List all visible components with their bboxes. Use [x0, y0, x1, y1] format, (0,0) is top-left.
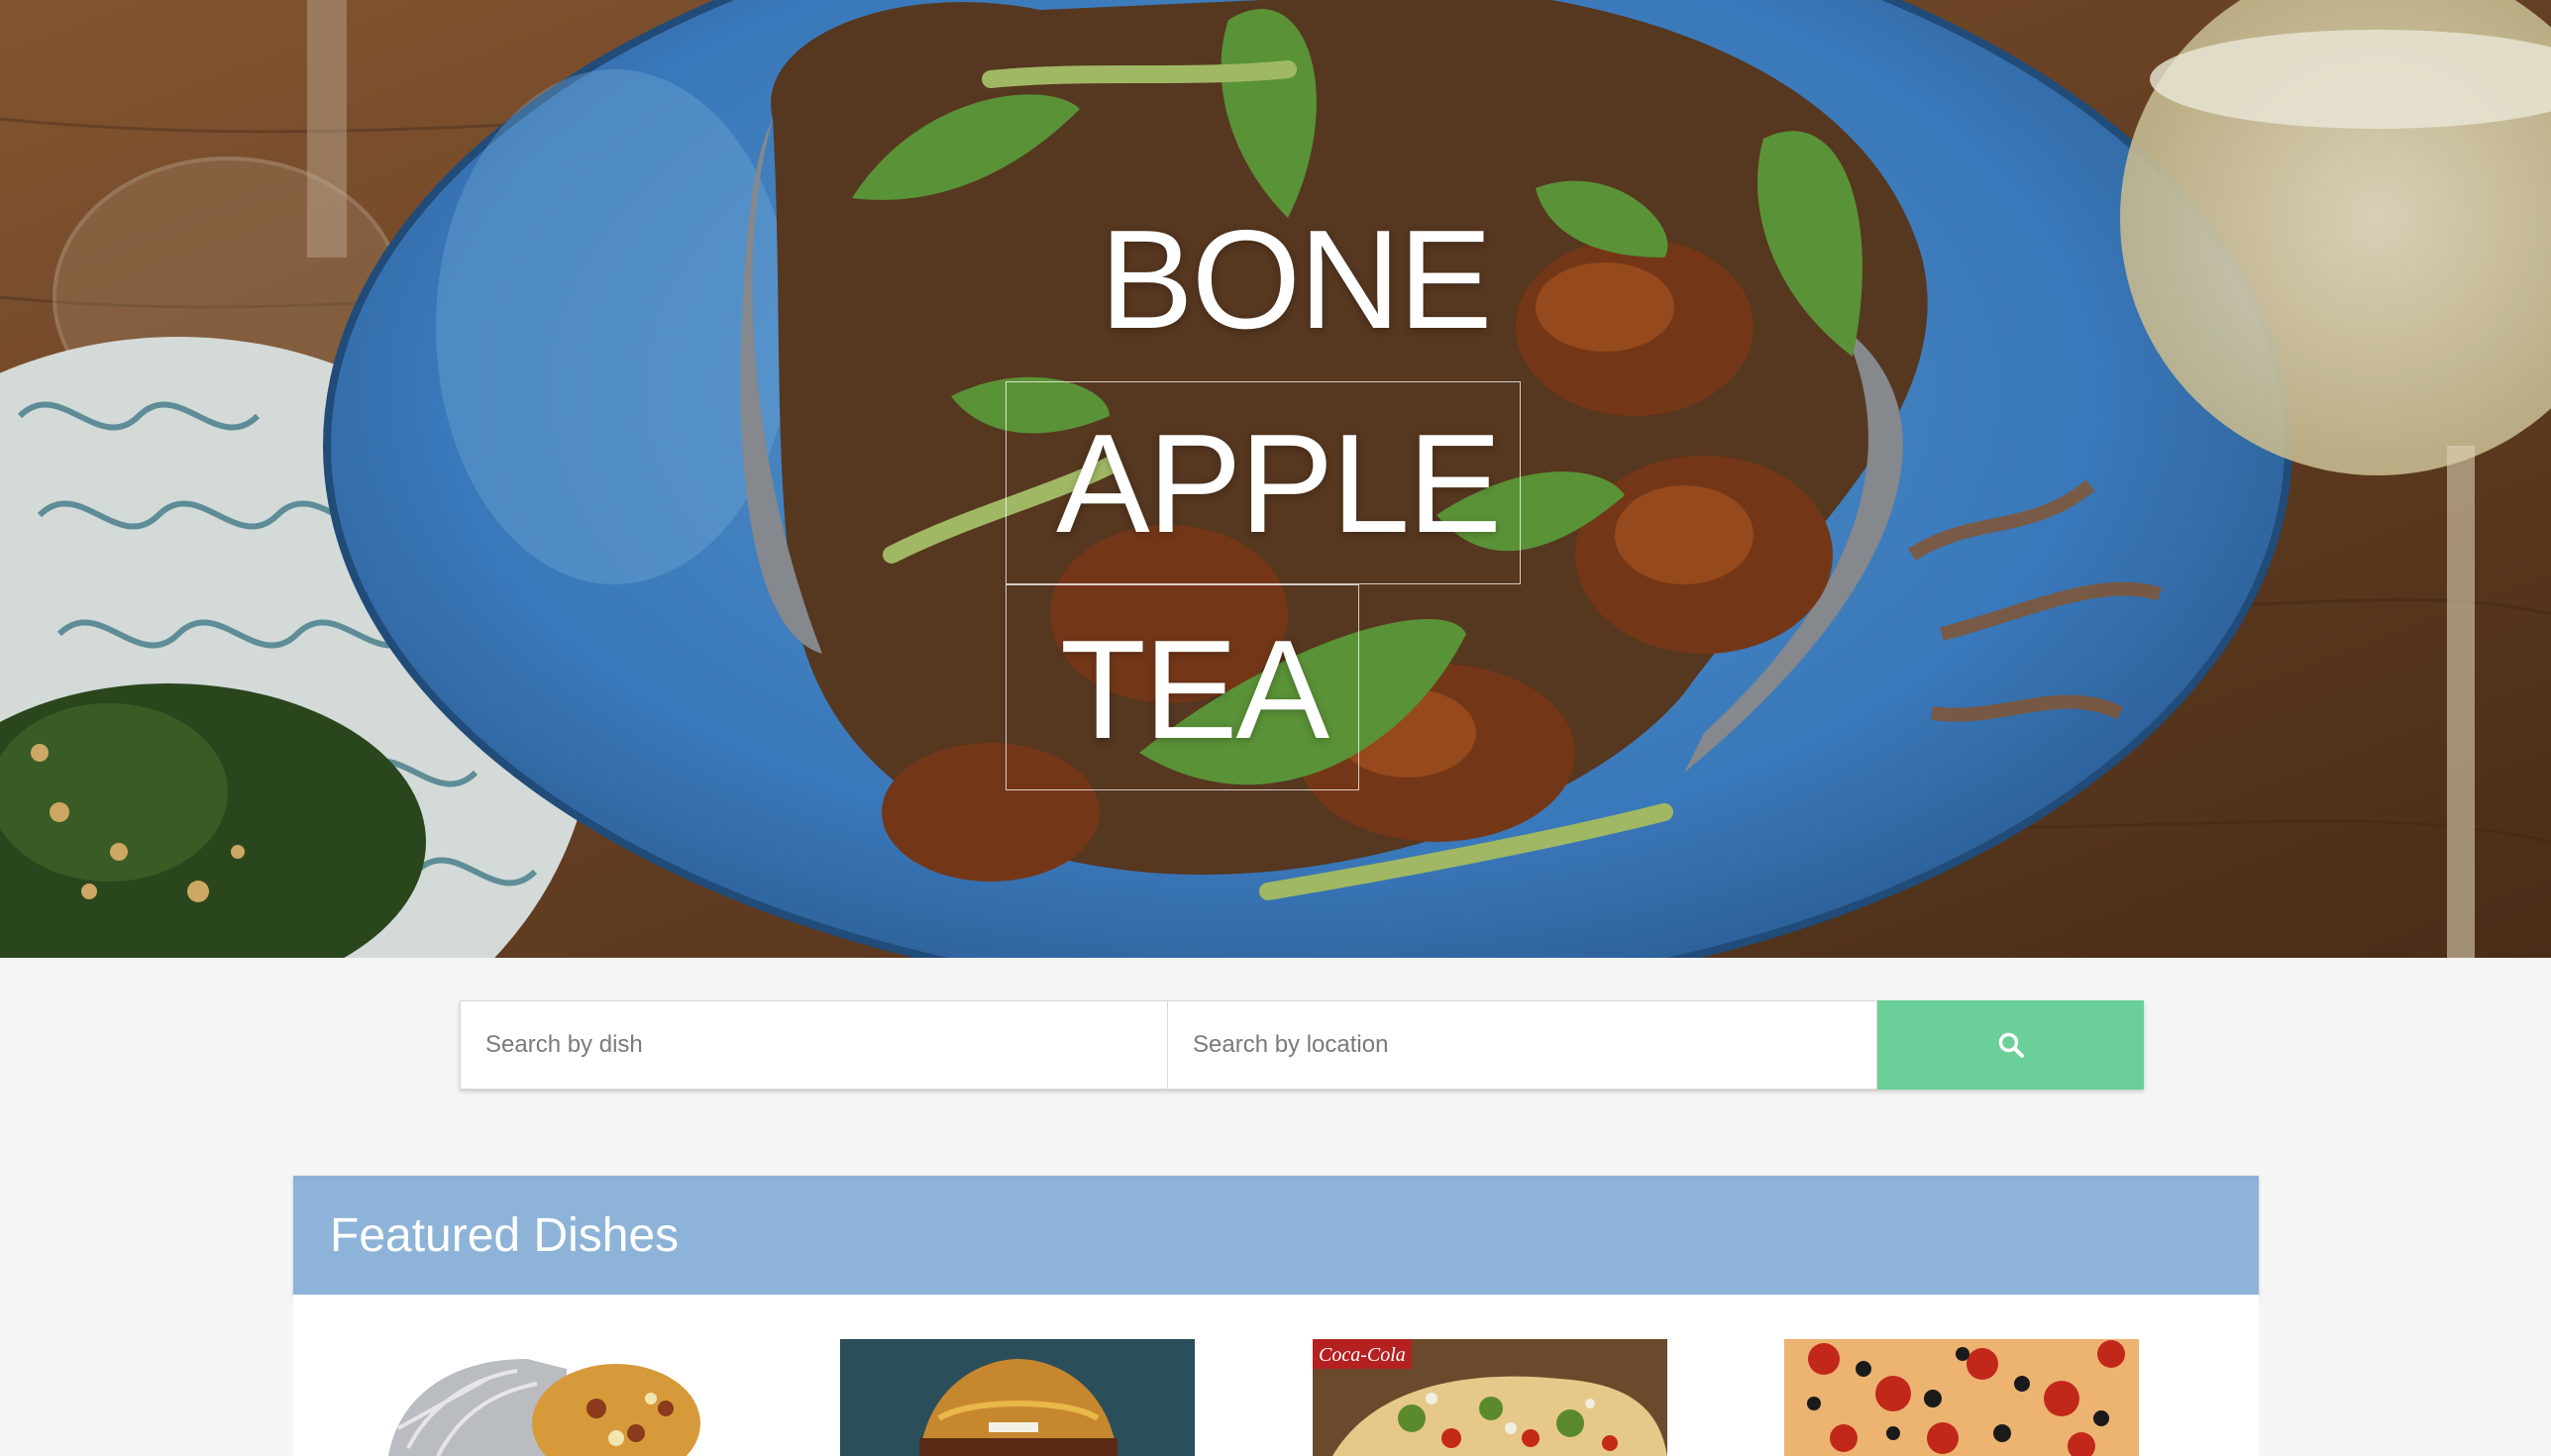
dish-search-input[interactable]: Search by dish: [460, 1000, 1168, 1090]
dish-card-pizza[interactable]: [1784, 1339, 2139, 1456]
featured-dishes-header: Featured Dishes: [293, 1176, 2259, 1295]
location-search-input[interactable]: Search by location: [1168, 1000, 1877, 1090]
search-bar: Search by dish Search by location: [460, 1000, 2144, 1090]
hero-title-word-apple: APPLE: [1056, 405, 1502, 563]
burger-image: [840, 1339, 1195, 1456]
dish-card-tacos[interactable]: Coca-Cola: [1313, 1339, 1667, 1456]
hero-title-word-bone: BONE: [1100, 201, 1492, 359]
hero-title-word-tea: TEA: [1060, 611, 1329, 769]
pizza-image: [1784, 1339, 2139, 1456]
dish-card-burrito[interactable]: [369, 1339, 723, 1456]
svg-text:Coca-Cola: Coca-Cola: [1319, 1344, 1406, 1366]
tacos-image: Coca-Cola: [1313, 1339, 1667, 1456]
dish-search-placeholder: Search by dish: [485, 1031, 643, 1058]
dish-card-burger[interactable]: [840, 1339, 1195, 1456]
search-button[interactable]: [1877, 1000, 2144, 1090]
location-search-placeholder: Search by location: [1193, 1031, 1389, 1058]
burrito-image: [369, 1339, 723, 1456]
hero-banner: BONE APPLE TEA: [0, 0, 2551, 958]
featured-dishes-title: Featured Dishes: [330, 1208, 680, 1262]
search-icon: [1998, 1032, 2024, 1058]
